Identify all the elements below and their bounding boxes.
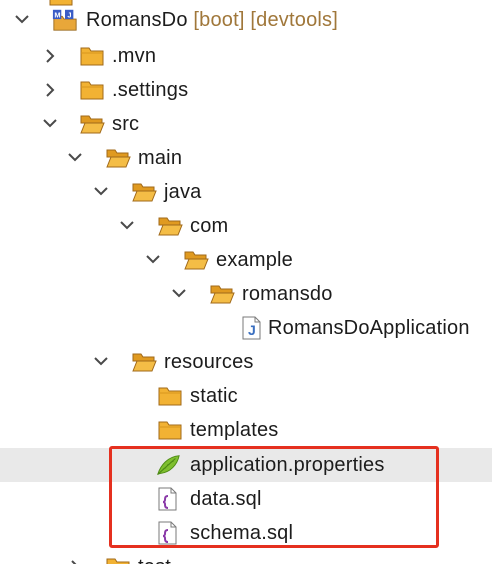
tree-item-label: static bbox=[190, 385, 238, 407]
tree-item-label: example bbox=[216, 249, 293, 271]
tree-item-static[interactable]: static bbox=[0, 379, 492, 413]
java-file-icon: J bbox=[242, 316, 261, 340]
properties-file-icon bbox=[157, 455, 180, 476]
tree-item-label: java bbox=[164, 181, 202, 203]
chevron-down-icon[interactable] bbox=[117, 211, 137, 241]
tree-item-schema-sql[interactable]: schema.sql bbox=[0, 516, 492, 550]
folder-open-icon bbox=[210, 285, 235, 304]
tree-item-main[interactable]: main bbox=[0, 141, 492, 175]
svg-text:J: J bbox=[248, 322, 256, 338]
chevron-right-icon[interactable] bbox=[40, 41, 60, 71]
tree-item-label: test bbox=[138, 555, 171, 564]
tree-item-romansdo[interactable]: romansdo bbox=[0, 277, 492, 311]
tree-item-label: application.properties bbox=[190, 454, 385, 476]
chevron-down-icon[interactable] bbox=[65, 143, 85, 173]
folder-icon bbox=[80, 47, 104, 66]
sql-file-icon bbox=[158, 521, 177, 545]
chevron-down-icon[interactable] bbox=[91, 177, 111, 207]
project-decorations: [boot] [devtools] bbox=[193, 9, 339, 31]
tree-item-label: .mvn bbox=[112, 45, 157, 67]
tree-item-romansdo-application[interactable]: J RomansDoApplication bbox=[0, 311, 492, 345]
folder-icon bbox=[158, 421, 182, 440]
svg-text:J: J bbox=[67, 11, 71, 20]
folder-open-icon bbox=[158, 217, 183, 236]
tree-item-label: com bbox=[190, 215, 229, 237]
folder-open-icon bbox=[132, 183, 157, 202]
folder-open-icon bbox=[132, 353, 157, 372]
tree-item-label: resources bbox=[164, 351, 254, 373]
tree-item-label: data.sql bbox=[190, 488, 262, 510]
chevron-down-icon[interactable] bbox=[12, 5, 32, 35]
chevron-right-icon[interactable] bbox=[40, 75, 60, 105]
folder-open-icon bbox=[106, 149, 131, 168]
folder-open-icon bbox=[184, 251, 209, 270]
tree-item-label: templates bbox=[190, 419, 279, 441]
project-explorer-tree: M J RomansDo [boot] [devtools] .mvn .set… bbox=[0, 0, 492, 564]
tree-item-resources[interactable]: resources bbox=[0, 345, 492, 379]
sql-file-icon bbox=[158, 487, 177, 511]
tree-item-templates[interactable]: templates bbox=[0, 413, 492, 447]
folder-icon bbox=[80, 81, 104, 100]
tree-item-mvn[interactable]: .mvn bbox=[0, 39, 492, 73]
tree-item-test[interactable]: test bbox=[0, 550, 492, 564]
svg-text:M: M bbox=[54, 11, 60, 20]
chevron-down-icon[interactable] bbox=[91, 347, 111, 377]
chevron-right-icon[interactable] bbox=[65, 552, 85, 564]
chevron-down-icon[interactable] bbox=[169, 279, 189, 309]
tree-item-example[interactable]: example bbox=[0, 243, 492, 277]
folder-icon bbox=[158, 387, 182, 406]
tree-item-java[interactable]: java bbox=[0, 175, 492, 209]
folder-open-icon bbox=[80, 115, 105, 134]
folder-icon bbox=[106, 558, 130, 564]
tree-item-project[interactable]: M J RomansDo [boot] [devtools] bbox=[0, 3, 492, 37]
tree-item-settings[interactable]: .settings bbox=[0, 73, 492, 107]
chevron-down-icon[interactable] bbox=[143, 245, 163, 275]
chevron-down-icon[interactable] bbox=[40, 109, 60, 139]
tree-item-application-properties[interactable]: application.properties bbox=[0, 448, 492, 482]
maven-project-icon: M J bbox=[52, 9, 77, 31]
tree-item-label: .settings bbox=[112, 79, 189, 101]
tree-item-label: src bbox=[112, 113, 140, 135]
tree-item-label: RomansDoApplication bbox=[268, 317, 470, 339]
tree-item-data-sql[interactable]: data.sql bbox=[0, 482, 492, 516]
tree-item-label: main bbox=[138, 147, 183, 169]
tree-item-label: romansdo bbox=[242, 283, 333, 305]
project-name: RomansDo bbox=[86, 9, 188, 31]
tree-item-src[interactable]: src bbox=[0, 107, 492, 141]
tree-item-com[interactable]: com bbox=[0, 209, 492, 243]
tree-item-label: schema.sql bbox=[190, 522, 294, 544]
